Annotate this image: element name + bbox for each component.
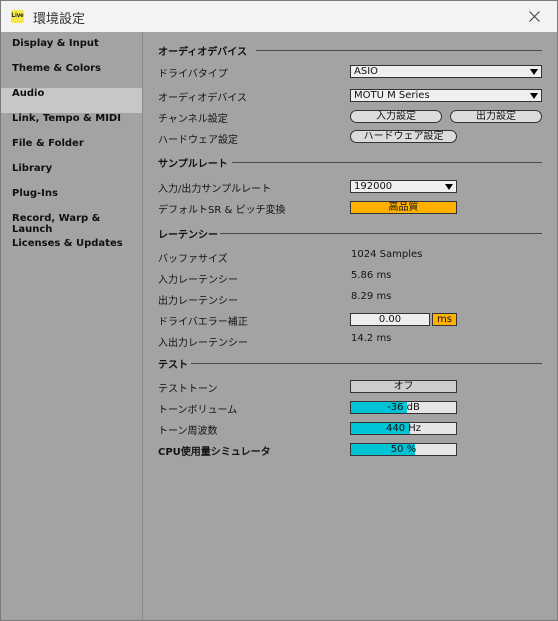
driver-error-compensation-field[interactable]: 0.00 — [350, 313, 430, 326]
io-sample-rate-dropdown[interactable]: 192000 — [350, 180, 457, 193]
overall-latency-value: 14.2 ms — [351, 333, 392, 344]
sidebar: Display & Input Theme & Colors Audio Lin… — [1, 32, 143, 620]
input-config-button[interactable]: 入力設定 — [350, 110, 442, 123]
output-latency-label: 出力レーテンシー — [158, 296, 238, 307]
section-title-audio-device: オーディオデバイス — [158, 47, 247, 58]
sidebar-item-library[interactable]: Library — [1, 163, 142, 188]
output-latency-value: 8.29 ms — [351, 291, 392, 302]
default-sr-pitch-label: デフォルトSR & ピッチ変換 — [158, 205, 286, 216]
chevron-down-icon — [530, 93, 538, 99]
input-latency-label: 入力レーテンシー — [158, 275, 238, 286]
chevron-down-icon — [530, 69, 538, 75]
section-divider — [232, 162, 542, 163]
section-title-latency: レーテンシー — [158, 230, 218, 241]
cpu-simulator-slider[interactable]: 50 % — [350, 443, 457, 456]
driver-error-unit-badge: ms — [432, 313, 457, 326]
audio-settings-panel: オーディオデバイス ドライバタイプ ASIO オーディオデバイス MOTU M … — [143, 32, 557, 620]
test-tone-toggle[interactable]: オフ — [350, 380, 457, 393]
close-button[interactable] — [513, 1, 557, 32]
sidebar-item-plug-ins[interactable]: Plug-Ins — [1, 188, 142, 213]
cpu-simulator-value: 50 % — [390, 444, 417, 455]
section-divider — [191, 363, 542, 364]
overall-latency-label: 入出力レーテンシー — [158, 338, 248, 349]
tone-frequency-slider[interactable]: 440 Hz — [350, 422, 457, 435]
live-logo-icon: Live — [11, 10, 24, 23]
sidebar-item-audio[interactable]: Audio — [1, 88, 142, 113]
output-config-button[interactable]: 出力設定 — [450, 110, 542, 123]
driver-type-label: ドライバタイプ — [158, 69, 228, 80]
audio-device-label: オーディオデバイス — [158, 93, 247, 104]
sidebar-item-file-folder[interactable]: File & Folder — [1, 138, 142, 163]
chevron-down-icon — [445, 184, 453, 190]
tone-volume-slider[interactable]: -36 dB — [350, 401, 457, 414]
driver-type-value: ASIO — [354, 66, 379, 77]
buffer-size-label: バッファサイズ — [158, 254, 228, 265]
test-tone-label: テストトーン — [158, 384, 218, 395]
section-divider — [220, 233, 542, 234]
title-bar: Live 環境設定 — [1, 1, 557, 32]
channel-config-label: チャンネル設定 — [158, 114, 228, 125]
section-title-test: テスト — [158, 360, 188, 371]
input-latency-value: 5.86 ms — [351, 270, 392, 281]
driver-type-dropdown[interactable]: ASIO — [350, 65, 542, 78]
hardware-setup-label: ハードウェア設定 — [158, 135, 238, 146]
audio-device-dropdown[interactable]: MOTU M Series — [350, 89, 542, 102]
close-icon — [529, 11, 540, 22]
io-sample-rate-value: 192000 — [354, 181, 393, 192]
audio-device-value: MOTU M Series — [354, 90, 430, 101]
tone-volume-label: トーンボリューム — [158, 405, 238, 416]
sidebar-item-licenses-updates[interactable]: Licenses & Updates — [1, 238, 142, 263]
tone-frequency-value: 440 Hz — [385, 423, 422, 434]
hardware-setup-button[interactable]: ハードウェア設定 — [350, 130, 457, 143]
window-title: 環境設定 — [33, 12, 86, 27]
sidebar-item-theme-colors[interactable]: Theme & Colors — [1, 63, 142, 88]
sidebar-item-record-warp-launch[interactable]: Record, Warp & Launch — [1, 213, 142, 238]
buffer-size-value[interactable]: 1024 Samples — [351, 249, 422, 260]
sidebar-item-link-tempo-midi[interactable]: Link, Tempo & MIDI — [1, 113, 142, 138]
default-sr-pitch-toggle[interactable]: 高品質 — [350, 201, 457, 214]
io-sample-rate-label: 入力/出力サンプルレート — [158, 184, 272, 195]
preferences-window: Live 環境設定 Display & Input Theme & Colors… — [0, 0, 558, 621]
sidebar-item-display-input[interactable]: Display & Input — [1, 38, 142, 63]
section-divider — [256, 50, 542, 51]
cpu-simulator-label: CPU使用量シミュレータ — [158, 447, 271, 458]
driver-error-compensation-label: ドライバエラー補正 — [158, 317, 248, 328]
tone-volume-value: -36 dB — [387, 402, 420, 413]
tone-frequency-label: トーン周波数 — [158, 426, 218, 437]
section-title-sample-rate: サンプルレート — [158, 159, 228, 170]
